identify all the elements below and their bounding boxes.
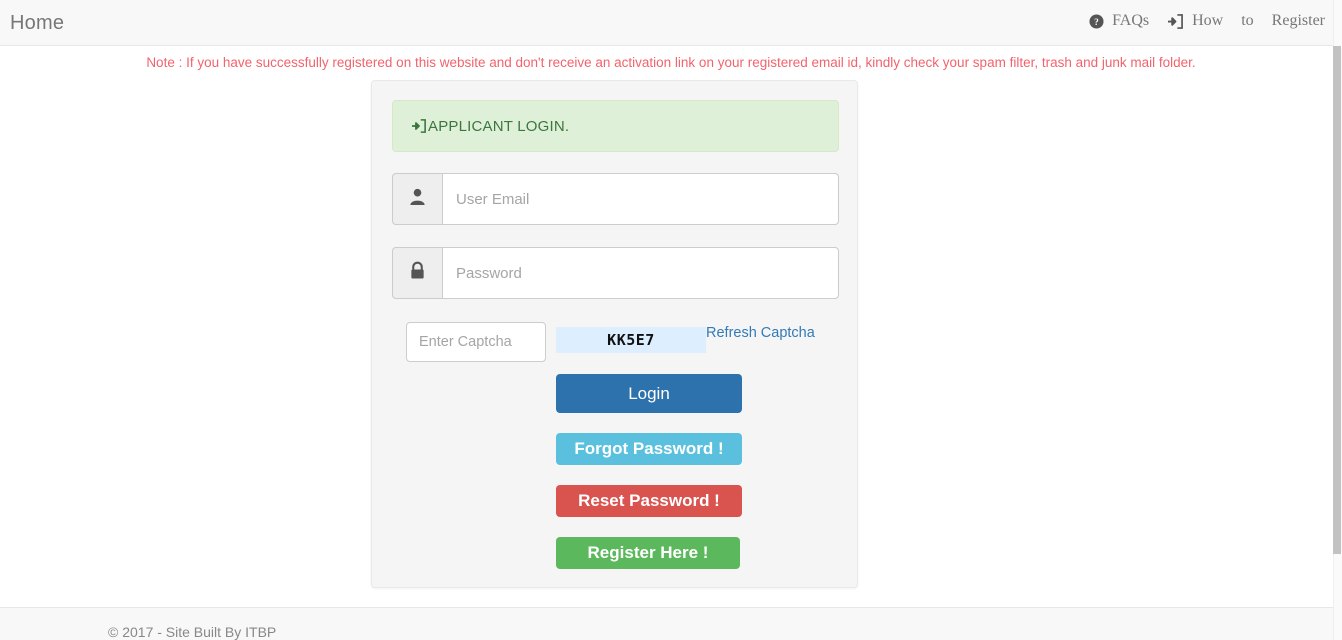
svg-text:?: ?: [1094, 17, 1099, 27]
password-field[interactable]: [442, 247, 839, 299]
nav-label-faqs: FAQs: [1112, 12, 1150, 29]
nav-item-how-to-register[interactable]: How: [1158, 12, 1232, 30]
forgot-password-button[interactable]: Forgot Password !: [556, 433, 742, 465]
login-button[interactable]: Login: [556, 374, 742, 413]
reset-password-button[interactable]: Reset Password !: [556, 485, 742, 517]
applicant-login-title: APPLICANT LOGIN.: [428, 117, 570, 135]
captcha-row: KK5E7 Refresh Captcha: [406, 322, 846, 364]
scrollbar-thumb[interactable]: [1333, 46, 1341, 554]
lock-icon: [409, 261, 426, 285]
registration-note: Note : If you have successfully register…: [146, 55, 1196, 70]
login-card: APPLICANT LOGIN. KK5E7 Refre: [371, 80, 858, 588]
captcha-image: KK5E7: [556, 327, 706, 353]
top-navbar: Home ? FAQs How to Register: [0, 0, 1342, 46]
email-field[interactable]: [442, 173, 839, 225]
page-footer: © 2017 - Site Built By ITBP: [0, 607, 1342, 640]
register-here-button[interactable]: Register Here !: [556, 537, 740, 569]
sign-in-icon: [1167, 13, 1184, 29]
user-icon-addon: [392, 173, 442, 225]
password-input-group: [392, 247, 839, 299]
brand-home-link[interactable]: Home: [10, 11, 64, 35]
refresh-captcha-link[interactable]: Refresh Captcha: [706, 322, 815, 344]
user-icon: [408, 187, 427, 211]
nav-label-register[interactable]: Register: [1263, 12, 1334, 30]
footer-copyright: © 2017 - Site Built By ITBP: [108, 624, 277, 640]
sign-in-icon: [411, 119, 427, 133]
page-scrollbar[interactable]: [1333, 0, 1342, 640]
navbar-right-links: ? FAQs How to Register: [1080, 12, 1334, 30]
nav-label-to[interactable]: to: [1232, 12, 1262, 30]
applicant-login-header: APPLICANT LOGIN.: [392, 100, 839, 152]
nav-label-how: How: [1192, 12, 1224, 29]
nav-item-faqs[interactable]: ? FAQs: [1080, 12, 1158, 30]
lock-icon-addon: [392, 247, 442, 299]
email-input-group: [392, 173, 839, 225]
captcha-input[interactable]: [406, 322, 546, 362]
question-circle-icon: ?: [1089, 13, 1104, 29]
